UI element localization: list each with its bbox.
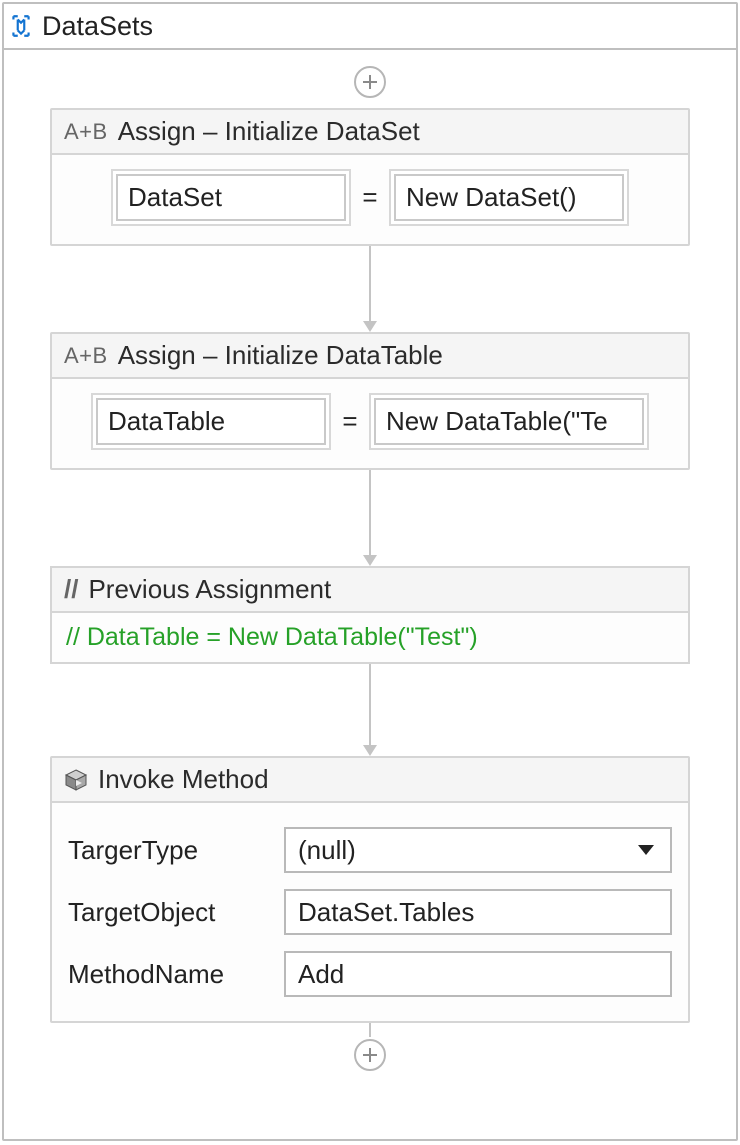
activity-body: DataSet = New DataSet() — [52, 155, 688, 244]
target-object-field[interactable]: DataSet.Tables — [284, 889, 672, 935]
flow-stub — [369, 1023, 371, 1037]
sequence-activity[interactable]: DataSets A+B Assign – Initialize DataSet… — [2, 2, 738, 1141]
activity-header[interactable]: Invoke Method — [52, 758, 688, 803]
activity-header[interactable]: // Previous Assignment — [52, 568, 688, 613]
assign-icon: A+B — [64, 343, 108, 369]
invoke-method-icon — [64, 768, 88, 792]
assign-row: DataTable = New DataTable("Te — [68, 393, 672, 450]
target-object-row: TargetObject DataSet.Tables — [68, 889, 672, 935]
equals-sign: = — [341, 406, 359, 437]
equals-sign: = — [361, 182, 379, 213]
targer-type-dropdown[interactable]: (null) — [284, 827, 672, 873]
targer-type-label: TargerType — [68, 835, 268, 866]
sequence-header[interactable]: DataSets — [4, 4, 736, 50]
activity-body: TargerType (null) TargetObject DataSet.T… — [52, 803, 688, 1021]
assign-to-field[interactable]: DataSet — [116, 174, 346, 221]
add-activity-bottom-button[interactable] — [354, 1039, 386, 1071]
activity-title: Previous Assignment — [88, 574, 331, 605]
assign-icon: A+B — [64, 119, 108, 145]
flow-arrow — [363, 664, 377, 756]
add-activity-top-button[interactable] — [354, 66, 386, 98]
assign-row: DataSet = New DataSet() — [68, 169, 672, 226]
activity-header[interactable]: A+B Assign – Initialize DataSet — [52, 110, 688, 155]
comment-activity[interactable]: // Previous Assignment // DataTable = Ne… — [50, 566, 690, 664]
invoke-method-activity[interactable]: Invoke Method TargerType (null) TargetOb… — [50, 756, 690, 1023]
activity-header[interactable]: A+B Assign – Initialize DataTable — [52, 334, 688, 379]
flow-arrow — [363, 246, 377, 332]
method-name-label: MethodName — [68, 959, 268, 990]
assign-value-field-wrap: New DataSet() — [389, 169, 629, 226]
targer-type-row: TargerType (null) — [68, 827, 672, 873]
activity-title: Invoke Method — [98, 764, 269, 795]
flow-arrow — [363, 470, 377, 566]
activity-title: Assign – Initialize DataTable — [118, 340, 443, 371]
activity-title: Assign – Initialize DataSet — [118, 116, 420, 147]
assign-initialize-dataset-activity[interactable]: A+B Assign – Initialize DataSet DataSet … — [50, 108, 690, 246]
method-name-row: MethodName Add — [68, 951, 672, 997]
method-name-field[interactable]: Add — [284, 951, 672, 997]
target-object-label: TargetObject — [68, 897, 268, 928]
sequence-title: DataSets — [42, 11, 153, 42]
assign-to-field-wrap: DataTable — [91, 393, 331, 450]
assign-to-field[interactable]: DataTable — [96, 398, 326, 445]
assign-to-field-wrap: DataSet — [111, 169, 351, 226]
sequence-body: A+B Assign – Initialize DataSet DataSet … — [4, 50, 736, 1139]
assign-value-field[interactable]: New DataTable("Te — [374, 398, 644, 445]
activity-body: DataTable = New DataTable("Te — [52, 379, 688, 468]
comment-icon: // — [64, 574, 78, 605]
sequence-icon — [8, 13, 34, 39]
assign-value-field-wrap: New DataTable("Te — [369, 393, 649, 450]
assign-initialize-datatable-activity[interactable]: A+B Assign – Initialize DataTable DataTa… — [50, 332, 690, 470]
assign-value-field[interactable]: New DataSet() — [394, 174, 624, 221]
comment-text: // DataTable = New DataTable("Test") — [52, 613, 688, 662]
